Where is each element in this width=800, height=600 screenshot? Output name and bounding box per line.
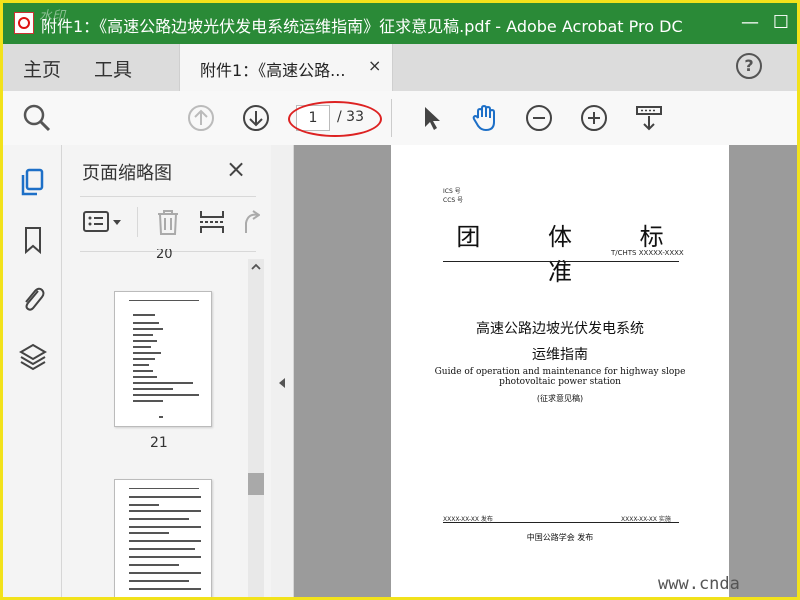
insert-page-icon[interactable] [198, 207, 226, 237]
document-tab-label: 附件1：《高速公路... [200, 61, 346, 80]
tools-tab[interactable]: 工具 [94, 55, 132, 82]
layers-icon[interactable] [19, 341, 47, 371]
previous-page-icon[interactable] [185, 102, 217, 134]
english-title-line-1: Guide of operation and maintenance for h… [434, 367, 686, 377]
thumbnail-list: 20 21 [62, 249, 246, 597]
ccs-number: CCS 号 [443, 197, 464, 204]
thumbnail-options-icon[interactable] [82, 207, 126, 237]
document-tab[interactable]: 附件1：《高速公路... × [179, 44, 393, 91]
home-tab[interactable]: 主页 [23, 55, 61, 82]
thumbnail-page[interactable] [114, 291, 212, 427]
thumbnail-label-partial: 20 [156, 249, 173, 262]
rotate-page-icon[interactable] [238, 207, 260, 237]
english-title-line-2: photovoltaic power station [499, 377, 621, 387]
title-bar: 水印 附件1：《高速公路边坡光伏发电系统运维指南》征求意见稿.pdf - Ado… [3, 3, 797, 44]
collapse-arrow-icon [277, 377, 287, 392]
standard-number: T/CHTS XXXXX-XXXX [611, 249, 684, 257]
acrobat-app-icon [14, 12, 34, 34]
hand-tool-icon[interactable] [469, 102, 501, 134]
watermark-bottom: www.cnda [658, 574, 740, 594]
document-title-line-2: 运维指南 [532, 347, 588, 363]
document-view[interactable]: ICS 号 CCS 号 团 体 标 准 T/CHTS XXXXX-XXXX 高速… [294, 145, 797, 597]
attachment-icon[interactable] [19, 283, 47, 313]
scroll-up-arrow-icon[interactable] [249, 259, 263, 275]
tab-bar: 主页 工具 附件1：《高速公路... × ? [3, 44, 797, 92]
zoom-out-icon[interactable] [523, 102, 555, 134]
navigation-rail [3, 145, 62, 597]
publisher: 中国公路学会 发布 [526, 533, 594, 542]
document-title-line-1: 高速公路边坡光伏发电系统 [476, 321, 644, 337]
thumbnail-scrollbar[interactable] [248, 259, 264, 597]
thumbnails-pane-title: 页面缩略图 [82, 163, 172, 184]
next-page-icon[interactable] [240, 102, 272, 134]
pane-tool-divider [137, 207, 138, 237]
close-tab-icon[interactable]: × [368, 56, 381, 75]
footer-rule [443, 522, 679, 523]
draft-note: (征求意见稿) [536, 394, 584, 403]
ics-number: ICS 号 [443, 188, 461, 195]
pane-divider [80, 196, 256, 197]
header-rule [443, 261, 679, 262]
app-window: 水印 附件1：《高速公路边坡光伏发电系统运维指南》征求意见稿.pdf - Ado… [0, 0, 800, 600]
toolbar: 1 / 33 [3, 91, 797, 146]
thumbnail-page-label: 21 [150, 435, 168, 451]
pdf-page: ICS 号 CCS 号 团 体 标 准 T/CHTS XXXXX-XXXX 高速… [391, 145, 729, 597]
zoom-in-icon[interactable] [578, 102, 610, 134]
pane-collapse-handle[interactable] [271, 145, 294, 597]
delete-page-icon[interactable] [154, 207, 182, 237]
bookmark-icon[interactable] [19, 225, 47, 255]
toolbar-divider [391, 99, 392, 137]
thumbnail-page[interactable] [114, 479, 212, 597]
help-icon[interactable]: ? [736, 53, 762, 79]
scrollbar-thumb[interactable] [248, 473, 264, 495]
page-display-icon[interactable] [633, 102, 665, 134]
minimize-button[interactable]: — [740, 13, 760, 33]
thumbnails-pane: 页面缩略图 × 20 21 [62, 145, 272, 597]
maximize-button[interactable]: ☐ [771, 13, 791, 33]
page-thumbnails-icon[interactable] [19, 167, 47, 197]
close-pane-icon[interactable]: × [226, 155, 246, 183]
search-icon[interactable] [21, 102, 53, 134]
annotation-highlight-oval [288, 101, 382, 137]
select-cursor-icon[interactable] [415, 102, 447, 134]
window-title: 附件1：《高速公路边坡光伏发电系统运维指南》征求意见稿.pdf - Adobe … [41, 17, 683, 36]
